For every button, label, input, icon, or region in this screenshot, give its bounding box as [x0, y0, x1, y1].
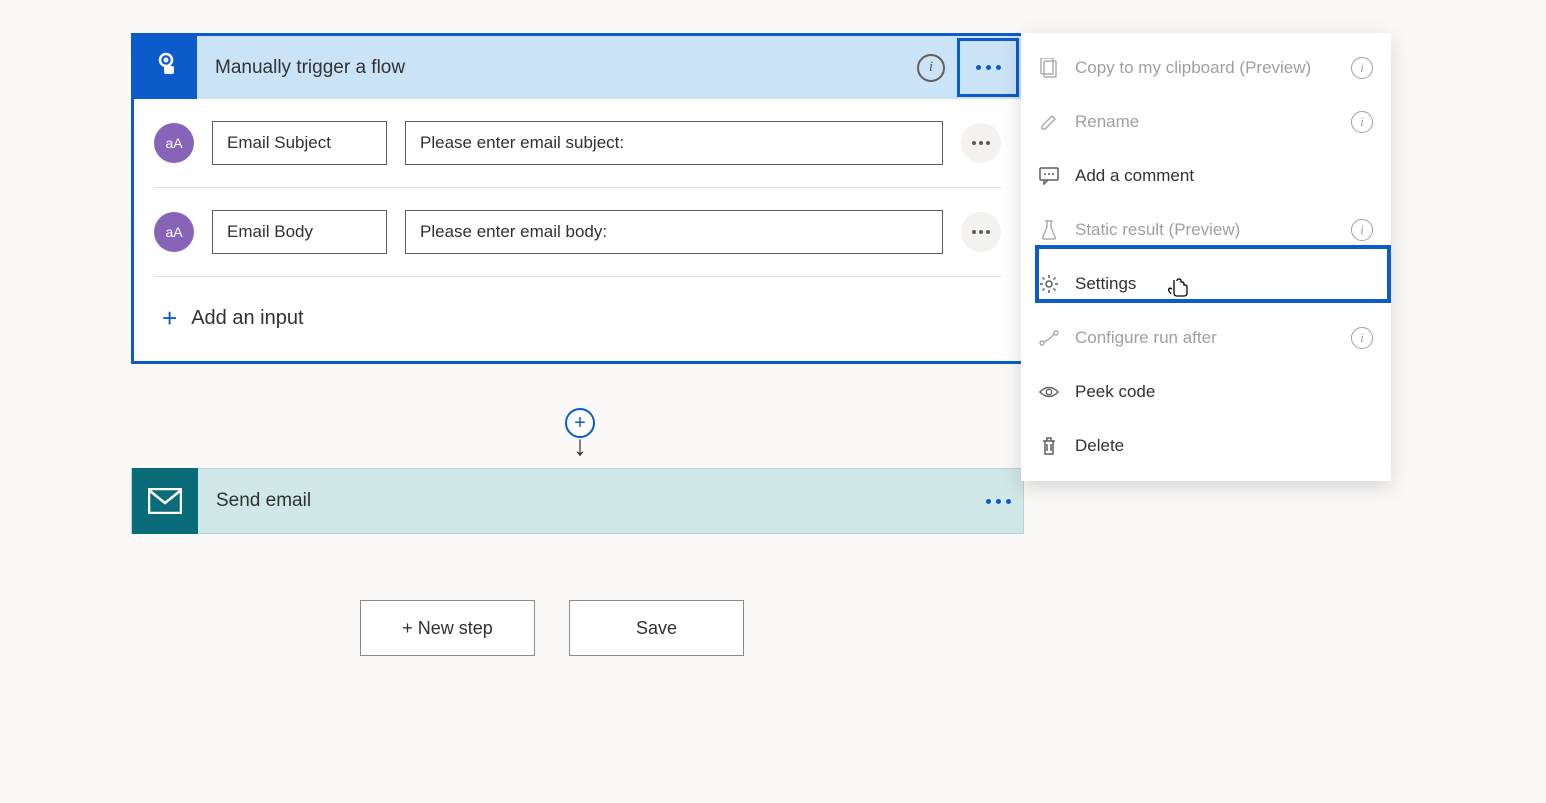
action-title: Send email: [198, 490, 973, 512]
menu-peek-code[interactable]: Peek code: [1021, 365, 1391, 419]
action-card[interactable]: Send email: [131, 468, 1024, 534]
branch-icon: [1039, 328, 1059, 348]
menu-copy-clipboard[interactable]: Copy to my clipboard (Preview) i: [1021, 41, 1391, 95]
menu-label: Peek code: [1075, 382, 1373, 402]
trigger-body: aA aA + Add an input: [134, 99, 1021, 361]
add-input-button[interactable]: + Add an input: [154, 277, 1001, 361]
input-row: aA: [154, 188, 1001, 277]
menu-label: Settings: [1075, 274, 1373, 294]
gear-icon: [1039, 274, 1059, 294]
add-input-label: Add an input: [191, 307, 303, 330]
menu-label: Delete: [1075, 436, 1373, 456]
clipboard-icon: [1039, 58, 1059, 78]
input-row-more-button[interactable]: [961, 212, 1001, 252]
info-icon[interactable]: i: [917, 54, 945, 82]
text-input-icon: aA: [154, 123, 194, 163]
input-name-field[interactable]: [212, 210, 387, 254]
text-input-icon: aA: [154, 212, 194, 252]
comment-icon: [1039, 166, 1059, 186]
input-row: aA: [154, 99, 1001, 188]
new-step-button[interactable]: + New step: [360, 600, 535, 656]
input-placeholder-field[interactable]: [405, 121, 943, 165]
menu-delete[interactable]: Delete: [1021, 419, 1391, 473]
save-button[interactable]: Save: [569, 600, 744, 656]
input-row-more-button[interactable]: [961, 123, 1001, 163]
info-icon[interactable]: i: [1351, 57, 1373, 79]
trigger-more-button[interactable]: [957, 38, 1019, 97]
input-placeholder-field[interactable]: [405, 210, 943, 254]
action-more-button[interactable]: [973, 469, 1023, 533]
manual-trigger-icon: [134, 36, 197, 99]
menu-static-result[interactable]: Static result (Preview) i: [1021, 203, 1391, 257]
info-icon[interactable]: i: [1351, 111, 1373, 133]
menu-rename[interactable]: Rename i: [1021, 95, 1391, 149]
footer: + New step Save: [360, 600, 744, 656]
trigger-card: Manually trigger a flow i aA aA + Add an: [131, 33, 1024, 364]
menu-label: Configure run after: [1075, 328, 1335, 348]
input-name-field[interactable]: [212, 121, 387, 165]
flask-icon: [1039, 220, 1059, 240]
context-menu: Copy to my clipboard (Preview) i Rename …: [1021, 33, 1391, 481]
menu-label: Add a comment: [1075, 166, 1373, 186]
send-email-icon: [132, 468, 198, 534]
menu-label: Static result (Preview): [1075, 220, 1335, 240]
menu-label: Rename: [1075, 112, 1335, 132]
info-icon[interactable]: i: [1351, 219, 1373, 241]
eye-icon: [1039, 382, 1059, 402]
trash-icon: [1039, 436, 1059, 456]
menu-add-comment[interactable]: Add a comment: [1021, 149, 1391, 203]
trigger-title: Manually trigger a flow: [197, 57, 917, 79]
menu-label: Copy to my clipboard (Preview): [1075, 58, 1335, 78]
info-icon[interactable]: i: [1351, 327, 1373, 349]
trigger-header[interactable]: Manually trigger a flow i: [134, 36, 1021, 99]
menu-settings[interactable]: Settings: [1021, 257, 1391, 311]
connector: + ↓: [565, 408, 595, 456]
arrow-down-icon: ↓: [573, 436, 587, 456]
menu-configure-run-after[interactable]: Configure run after i: [1021, 311, 1391, 365]
pencil-icon: [1039, 112, 1059, 132]
plus-icon: +: [162, 305, 177, 331]
